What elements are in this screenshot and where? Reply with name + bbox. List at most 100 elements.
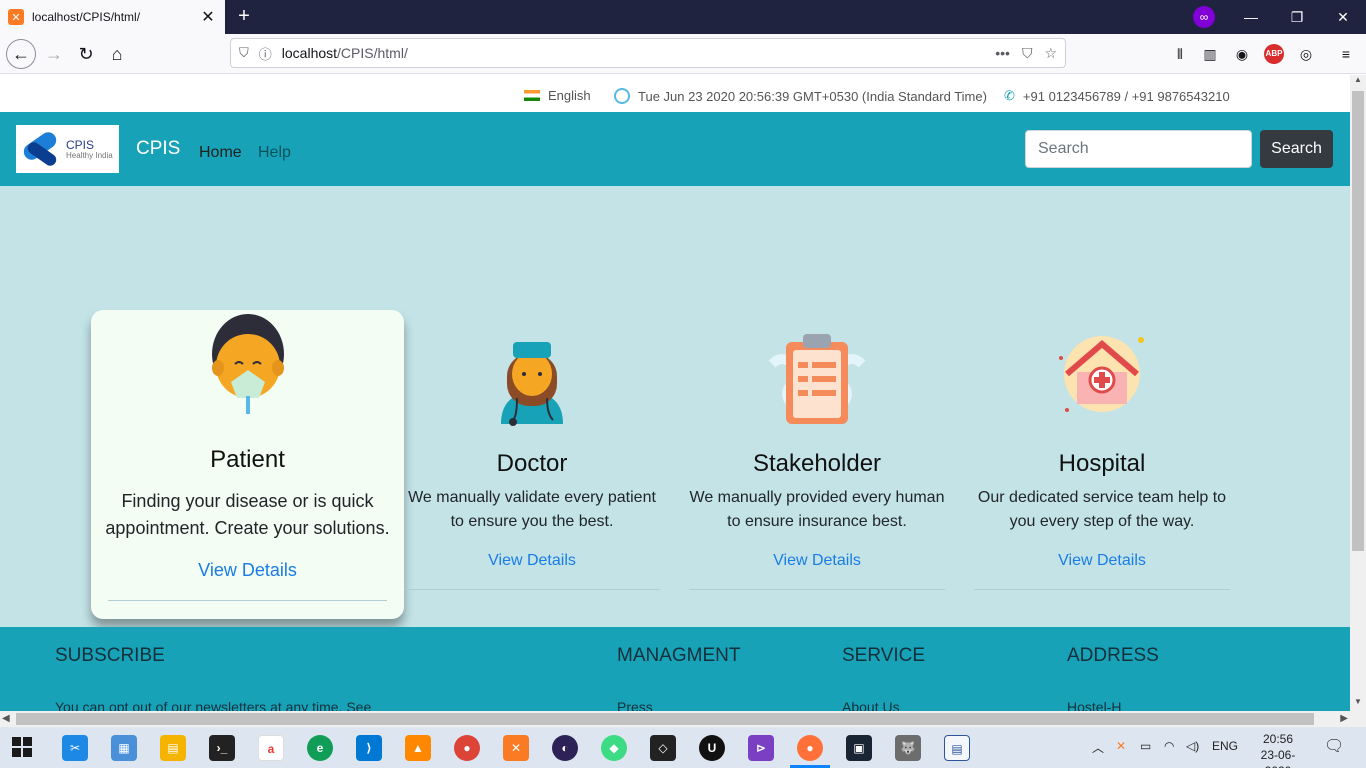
xampp-icon: ✕ — [8, 9, 24, 25]
footer-heading-management: MANAGMENT — [617, 645, 741, 666]
phone-icon: ✆ — [1004, 88, 1015, 103]
scroll-down-icon[interactable]: ▼ — [1350, 697, 1366, 711]
adblock-icon[interactable]: ABP — [1264, 44, 1284, 64]
restore-button[interactable]: ❐ — [1286, 6, 1308, 28]
view-details-link[interactable]: View Details — [91, 560, 404, 581]
tab-title: localhost/CPIS/html/ — [32, 10, 141, 24]
page-viewport: English Tue Jun 23 2020 20:56:39 GMT+053… — [0, 75, 1350, 711]
card-title: Patient — [210, 446, 285, 473]
account-icon[interactable]: ◉ — [1232, 44, 1252, 64]
vlc-icon[interactable]: ▲ — [405, 735, 431, 761]
android-studio-icon[interactable]: ◆ — [601, 735, 627, 761]
scroll-up-icon[interactable]: ▲ — [1350, 75, 1366, 89]
card-patient[interactable]: Patient Finding your disease or is quick… — [91, 310, 404, 619]
back-button[interactable]: ← — [6, 39, 36, 69]
scroll-left-icon[interactable]: ◀ — [2, 711, 10, 727]
india-flag-icon — [524, 90, 540, 101]
windows-start-icon[interactable] — [12, 737, 32, 757]
browser-tab[interactable]: ✕ localhost/CPIS/html/ ✕ — [0, 0, 225, 34]
handshake-logo-icon — [20, 129, 62, 169]
card-text: We manually validate every patient to en… — [408, 489, 656, 530]
notepad-icon[interactable]: ▤ — [944, 735, 970, 761]
view-details-link[interactable]: View Details — [404, 552, 660, 570]
firefox-icon[interactable]: ● — [797, 735, 823, 761]
unreal-engine-icon[interactable]: U — [699, 735, 725, 761]
new-tab-button[interactable]: + — [232, 5, 256, 29]
volume-icon[interactable]: ◁) — [1186, 739, 1199, 753]
edge-icon[interactable]: e — [307, 735, 333, 761]
input-language[interactable]: ENG — [1212, 739, 1238, 753]
minimize-button[interactable]: — — [1240, 6, 1262, 28]
forward-button[interactable]: → — [40, 40, 68, 68]
wifi-icon[interactable]: ◠ — [1164, 739, 1174, 753]
brand-name[interactable]: CPIS — [136, 138, 180, 160]
scrollbar-thumb[interactable] — [1352, 91, 1364, 551]
card-divider — [404, 589, 660, 590]
gimp-icon[interactable]: 🐺 — [895, 735, 921, 761]
card-text: Finding your disease or is quick appoint… — [105, 491, 390, 538]
site-header: CPIS Healthy India CPIS Home Help Search — [0, 112, 1350, 186]
windows-taskbar: ✂ ▦ ▤ ›_ a e ⟩ ▲ ● ✕ ◐ ◆ ◇ U ⊳ ● ▣ 🐺 ▤ ︿… — [0, 727, 1366, 768]
tray-chevron-icon[interactable]: ︿ — [1092, 739, 1104, 756]
view-details-link[interactable]: View Details — [689, 552, 945, 570]
vscode-icon[interactable]: ⟩ — [356, 735, 382, 761]
eclipse-icon[interactable]: ◐ — [552, 735, 578, 761]
file-explorer-icon[interactable]: ▤ — [160, 735, 186, 761]
url-text[interactable]: localhost/CPIS/html/ — [282, 45, 983, 61]
page-actions-icon[interactable]: ••• — [995, 45, 1010, 61]
control-panel-icon[interactable]: ▦ — [111, 735, 137, 761]
visual-studio-icon[interactable]: ⊳ — [748, 735, 774, 761]
home-button[interactable]: ⌂ — [103, 40, 131, 68]
taskbar-clock[interactable]: 20:56 23-06-2020 — [1248, 731, 1308, 768]
shield-icon[interactable]: ⛉ — [239, 45, 249, 61]
search-button[interactable]: Search — [1260, 130, 1333, 168]
nav-help[interactable]: Help — [258, 144, 291, 162]
chrome-icon[interactable]: ● — [454, 735, 480, 761]
unity-icon[interactable]: ◇ — [650, 735, 676, 761]
address-bar[interactable]: ⛉ ⓘ localhost/CPIS/html/ ••• ⛉ ☆ — [230, 38, 1066, 68]
site-logo[interactable]: CPIS Healthy India — [16, 125, 119, 173]
scrollbar-thumb[interactable] — [16, 713, 1314, 725]
vertical-scrollbar[interactable]: ▲ ▼ — [1350, 75, 1366, 711]
datetime-text: Tue Jun 23 2020 20:56:39 GMT+0530 (India… — [638, 88, 987, 104]
footer-link-press[interactable]: Press — [617, 699, 653, 711]
footer-address-line: Hostel-H — [1067, 699, 1122, 711]
extension-icon[interactable]: ◎ — [1296, 44, 1316, 64]
doctor-icon — [501, 342, 563, 426]
pocket-icon[interactable]: ⛉ — [1022, 45, 1033, 62]
close-icon[interactable]: ✕ — [199, 7, 217, 27]
battery-icon[interactable]: ▭ — [1140, 739, 1151, 753]
footer-heading-service: SERVICE — [842, 645, 926, 666]
view-details-link[interactable]: View Details — [974, 552, 1230, 570]
reload-button[interactable]: ↻ — [72, 40, 100, 68]
datetime-display: Tue Jun 23 2020 20:56:39 GMT+0530 (India… — [614, 88, 987, 104]
phone-text: +91 0123456789 / +91 9876543210 — [1022, 88, 1230, 104]
menu-icon[interactable]: ≡ — [1336, 44, 1356, 64]
language-selector[interactable]: English — [524, 88, 591, 103]
hospital-icon — [1059, 336, 1144, 412]
scroll-right-icon[interactable]: ▶ — [1340, 711, 1348, 727]
library-icon[interactable]: ⫴ — [1170, 44, 1190, 64]
snipping-tool-icon[interactable]: ✂ — [62, 735, 88, 761]
app-window-icon[interactable]: ▣ — [846, 735, 872, 761]
tray-xampp-icon[interactable]: ✕ — [1116, 739, 1126, 753]
card-title: Stakeholder — [752, 450, 882, 477]
horizontal-scrollbar[interactable]: ◀ ▶ — [0, 711, 1350, 727]
footer-link-about-us[interactable]: About Us — [842, 699, 900, 711]
search-input[interactable] — [1025, 130, 1252, 168]
sidebar-icon[interactable]: ▥ — [1200, 44, 1220, 64]
app-a-icon[interactable]: a — [258, 735, 284, 761]
feature-cards-section: Patient Finding your disease or is quick… — [0, 186, 1350, 627]
browser-tab-strip: ✕ localhost/CPIS/html/ ✕ + ∞ — ❐ ✕ — [0, 0, 1366, 34]
info-icon[interactable]: ⓘ — [259, 44, 272, 63]
bookmark-star-icon[interactable]: ☆ — [1044, 45, 1057, 62]
terminal-icon[interactable]: ›_ — [209, 735, 235, 761]
nav-home[interactable]: Home — [199, 144, 242, 162]
private-browsing-icon: ∞ — [1193, 6, 1215, 28]
xampp-icon[interactable]: ✕ — [503, 735, 529, 761]
card-divider — [689, 589, 945, 590]
close-window-button[interactable]: ✕ — [1332, 6, 1354, 28]
card-title: Doctor — [496, 450, 568, 477]
clipboard-icon — [768, 334, 866, 424]
notifications-icon[interactable]: 🗨 — [1324, 736, 1344, 756]
